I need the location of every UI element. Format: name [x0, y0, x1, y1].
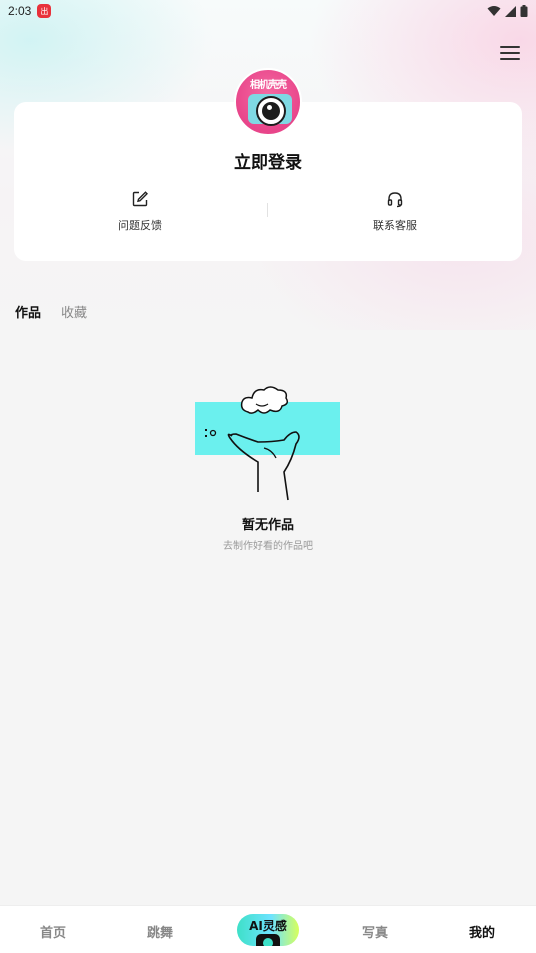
avatar-logo-text: 相机壳壳	[250, 80, 287, 91]
feedback-label: 问题反馈	[118, 219, 162, 232]
tab-works[interactable]: 作品	[15, 302, 41, 321]
content-tabs: 作品 收藏	[15, 302, 87, 321]
signal-icon	[505, 5, 516, 17]
empty-state-title: 暂无作品	[241, 518, 294, 533]
nav-home[interactable]: 首页	[13, 922, 93, 941]
avatar[interactable]: 相机壳壳	[234, 68, 302, 136]
edit-icon	[132, 191, 148, 207]
status-icons	[487, 5, 528, 17]
nav-dance[interactable]: 跳舞	[120, 922, 200, 941]
customer-service-button[interactable]: 联系客服	[325, 190, 465, 233]
empty-state-illustration	[195, 386, 340, 501]
nav-portrait[interactable]: 写真	[335, 922, 415, 941]
menu-icon-line	[500, 46, 520, 48]
feedback-button[interactable]: 问题反馈	[70, 190, 210, 233]
actions-divider	[267, 203, 268, 217]
nav-mine[interactable]: 我的	[442, 922, 522, 941]
empty-state-subtitle: 去制作好看的作品吧	[223, 541, 313, 552]
nav-ai-inspiration-button[interactable]: AI灵感	[237, 914, 299, 946]
headset-icon	[387, 192, 403, 208]
menu-button[interactable]	[500, 44, 520, 62]
avatar-glint	[267, 105, 272, 110]
wifi-icon	[487, 6, 501, 16]
login-button[interactable]: 立即登录	[0, 148, 536, 173]
menu-icon-line	[500, 52, 520, 54]
menu-icon-line	[500, 58, 520, 60]
bottom-nav: 首页 跳舞 AI灵感 写真 我的	[0, 905, 536, 953]
customer-service-label: 联系客服	[373, 219, 417, 232]
status-bar: 2:03 出	[0, 0, 536, 22]
camera-lens	[263, 938, 273, 946]
status-time: 2:03	[8, 4, 32, 18]
battery-icon	[520, 5, 528, 17]
tab-favorites[interactable]: 收藏	[61, 302, 87, 321]
notification-badge: 出	[37, 4, 52, 18]
nav-ai-inspiration-label: AI灵感	[249, 919, 287, 933]
